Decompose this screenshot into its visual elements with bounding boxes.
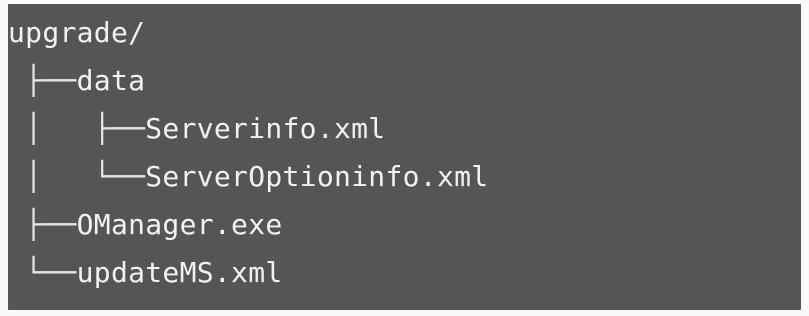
- file-updatems: updateMS.xml: [76, 256, 283, 289]
- tree-item: ├──data: [8, 60, 801, 108]
- folder-upgrade: upgrade/: [8, 16, 146, 49]
- screenshot-frame: upgrade/ ├──data │ ├──Serverinfo.xml │ └…: [0, 0, 809, 316]
- directory-tree: upgrade/ ├──data │ ├──Serverinfo.xml │ └…: [8, 12, 801, 300]
- tree-item: │ ├──Serverinfo.xml: [8, 108, 801, 156]
- tree-root: upgrade/: [8, 12, 801, 60]
- file-omanager: OManager.exe: [76, 208, 283, 241]
- file-serverinfo: Serverinfo.xml: [145, 112, 386, 145]
- terminal-output: upgrade/ ├──data │ ├──Serverinfo.xml │ └…: [8, 4, 801, 310]
- tree-item: ├──OManager.exe: [8, 204, 801, 252]
- tree-item: │ └──ServerOptioninfo.xml: [8, 156, 801, 204]
- tree-prefix: ├──: [8, 208, 77, 241]
- file-serveroptioninfo: ServerOptioninfo.xml: [145, 160, 489, 193]
- tree-prefix: ├──: [8, 64, 77, 97]
- tree-prefix: │ └──: [8, 160, 146, 193]
- tree-prefix: └──: [8, 256, 77, 289]
- folder-data: data: [76, 64, 146, 97]
- tree-prefix: │ ├──: [8, 112, 146, 145]
- tree-item: └──updateMS.xml: [8, 252, 801, 300]
